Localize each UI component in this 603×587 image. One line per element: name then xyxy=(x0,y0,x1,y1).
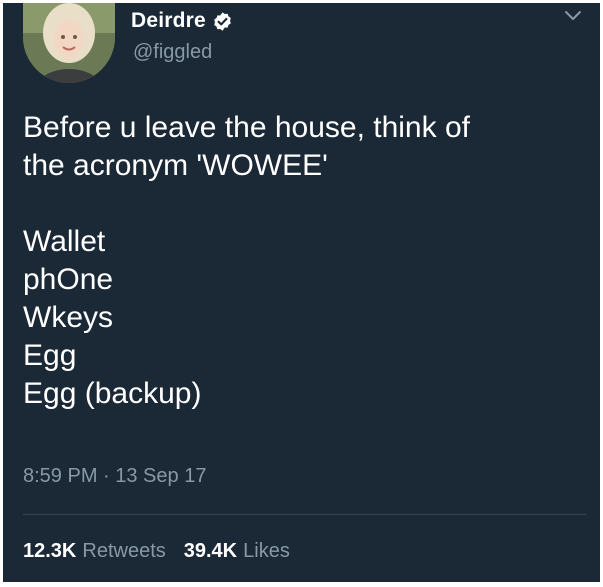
likes-count: 39.4K xyxy=(183,540,238,562)
author-name-row: Deirdre xyxy=(131,9,233,33)
avatar[interactable] xyxy=(23,3,115,83)
retweets-count: 12.3K xyxy=(23,540,77,562)
author-handle[interactable]: @figgled xyxy=(133,41,212,64)
tweet-timestamp[interactable]: 8:59 PM · 13 Sep 17 xyxy=(23,465,206,488)
acronym-item: Wallet xyxy=(23,225,106,258)
chevron-down-icon[interactable] xyxy=(564,9,582,23)
likes-stat[interactable]: 39.4K Likes xyxy=(184,540,290,563)
divider xyxy=(23,514,586,515)
tweet-text: Before u leave the house, think of the a… xyxy=(23,109,583,413)
acronym-item: phOne xyxy=(23,263,114,296)
retweets-stat[interactable]: 12.3K Retweets xyxy=(23,540,166,563)
acronym-item: Egg (backup) xyxy=(23,377,202,410)
acronym-item: Egg xyxy=(23,339,77,372)
retweets-label: Retweets xyxy=(82,540,166,562)
engagement-stats: 12.3K Retweets 39.4K Likes xyxy=(23,540,308,563)
tweet-line: Before u leave the house, think of xyxy=(23,111,470,144)
acronym-item: Wkeys xyxy=(23,301,113,334)
tweet-card: Deirdre @figgled Before u leave the hous… xyxy=(3,3,600,582)
verified-badge-icon xyxy=(214,11,231,31)
tweet-line: the acronym 'WOWEE' xyxy=(23,149,328,182)
avatar-image xyxy=(23,3,115,83)
author-display-name[interactable]: Deirdre xyxy=(131,9,206,33)
likes-label: Likes xyxy=(243,540,290,562)
